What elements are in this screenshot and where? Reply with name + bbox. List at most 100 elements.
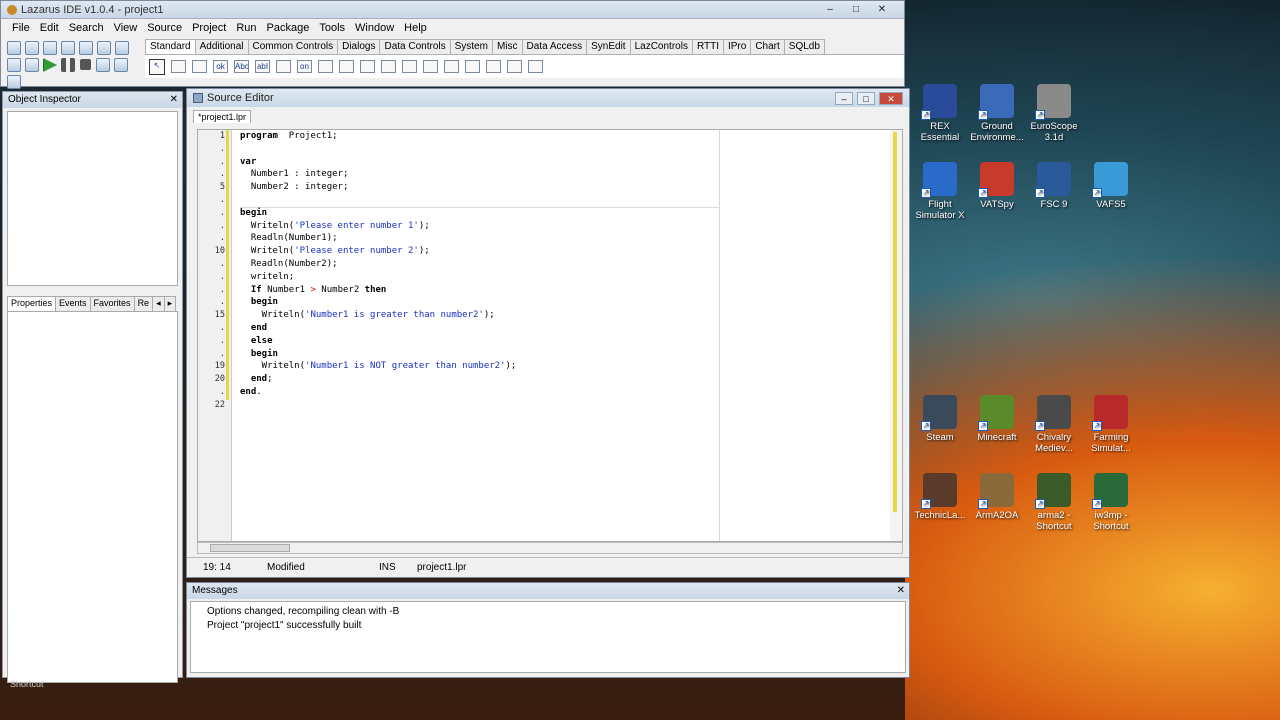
desktop-icon[interactable]: ↗ Minecraft [967,395,1027,443]
code-line[interactable]: end [240,322,882,335]
save-all-icon[interactable] [79,41,93,55]
object-inspector-titlebar[interactable]: Object Inspector ✕ [3,92,182,108]
desktop-icon[interactable]: ↗ iw3mp - Shortcut [1081,473,1141,532]
close-button[interactable]: ✕ [874,3,890,17]
tab-common-controls[interactable]: Common Controls [247,39,339,54]
code-line[interactable]: program Project1; [240,130,882,143]
component-tree[interactable] [7,111,178,286]
tframe-icon[interactable] [507,60,522,73]
tmainmenu-icon[interactable] [171,60,186,73]
tradiogroup-icon[interactable] [444,60,459,73]
tpanel-icon[interactable] [486,60,501,73]
tedit-icon[interactable]: abI [255,60,270,73]
tab-scroll-right-icon[interactable]: ▸ [163,296,177,311]
code-line[interactable]: end. [240,386,882,399]
tab-sqldb[interactable]: SQLdb [783,39,825,54]
desktop-icon[interactable]: ↗ ArmA2OA [967,473,1027,521]
tbutton-icon[interactable]: ok [213,60,228,73]
tgroupbox-icon[interactable] [423,60,438,73]
tpopupmenu-icon[interactable] [192,60,207,73]
code-line[interactable]: else [240,335,882,348]
desktop-icon[interactable]: ↗ EuroScope 3.1d [1024,84,1084,143]
menu-tools[interactable]: Tools [314,22,350,34]
tab-lazcontrols[interactable]: LazControls [629,39,693,54]
tab-additional[interactable]: Additional [194,39,249,54]
editor-minimize-button[interactable]: – [835,91,853,105]
desktop-icon[interactable]: ↗ Ground Environme... [967,84,1027,143]
maximize-button[interactable]: □ [848,3,864,17]
code-line[interactable]: end; [240,373,882,386]
desktop-icon[interactable]: ↗ Steam [910,395,970,443]
close-icon[interactable]: ✕ [170,92,182,108]
desktop-icon[interactable]: ↗ Flight Simulator X [910,162,970,221]
menu-file[interactable]: File [7,22,35,34]
source-editor-titlebar[interactable]: Source Editor – □ ✕ [187,89,909,107]
desktop-icon[interactable]: ↗ arma2 - Shortcut [1024,473,1084,532]
tab-system[interactable]: System [449,39,493,54]
tab-data-controls[interactable]: Data Controls [379,39,451,54]
code-line[interactable]: Number2 : integer; [240,181,882,194]
tlabel-icon[interactable]: Abc [234,60,249,73]
tab-synedit[interactable]: SynEdit [586,39,631,54]
ide-titlebar[interactable]: Lazarus IDE v1.0.4 - project1 – □ ✕ [1,1,904,19]
message-line[interactable]: Project "project1" successfully built [207,619,889,633]
tab-rtti[interactable]: RTTI [691,39,724,54]
tab-data-access[interactable]: Data Access [521,39,588,54]
menu-project[interactable]: Project [187,22,231,34]
desktop-icon[interactable]: ↗ VATSpy [967,162,1027,210]
desktop-icon[interactable]: ↗ VAFS5 [1081,162,1141,210]
tab-ipro[interactable]: IPro [722,39,752,54]
tab-restricted[interactable]: Re [133,296,154,311]
horizontal-scrollbar[interactable] [197,542,903,554]
menu-window[interactable]: Window [350,22,399,34]
code-line[interactable]: var [240,156,882,169]
code-line[interactable]: begin [240,348,882,361]
menu-run[interactable]: Run [231,22,261,34]
tcheckbox-icon[interactable] [318,60,333,73]
code-line[interactable] [240,194,882,207]
code-line[interactable] [240,143,882,156]
step-over-icon[interactable] [114,58,128,72]
menu-search[interactable]: Search [64,22,109,34]
step-out-icon[interactable] [7,75,21,89]
menu-view[interactable]: View [109,22,143,34]
desktop-icon[interactable]: ↗ TechnicLa... [910,473,970,521]
code-line[interactable]: Readln(Number2); [240,258,882,271]
code-line[interactable]: If Number1 > Number2 then [240,284,882,297]
code-line[interactable]: Writeln('Please enter number 1'); [240,220,882,233]
close-icon[interactable]: ✕ [897,583,909,599]
code-line[interactable]: Writeln('Number1 is NOT greater than num… [240,360,882,373]
menu-edit[interactable]: Edit [35,22,64,34]
menu-help[interactable]: Help [399,22,432,34]
editor-maximize-button[interactable]: □ [857,91,875,105]
code-line[interactable]: Number1 : integer; [240,168,882,181]
file-tab-project1[interactable]: *project1.lpr [193,110,252,123]
step-into-icon[interactable] [96,58,110,72]
toggle-form-icon[interactable] [97,41,111,55]
vertical-scrollbar[interactable] [890,130,902,541]
code-line[interactable] [240,399,882,412]
code-line[interactable]: Readln(Number1); [240,232,882,245]
tradiobutton-icon[interactable] [339,60,354,73]
code-text[interactable]: program Project1; var Number1 : integer;… [240,130,882,412]
open-icon[interactable] [43,41,57,55]
ttogglebox-icon[interactable]: on [297,60,312,73]
view-forms-icon[interactable] [25,58,39,72]
close-file-icon[interactable] [115,41,129,55]
tab-dialogs[interactable]: Dialogs [337,39,381,54]
view-units-icon[interactable] [7,58,21,72]
menu-package[interactable]: Package [262,22,315,34]
selection-arrow-icon[interactable]: ↖ [149,58,165,75]
desktop-icon[interactable]: ↗ FSC 9 [1024,162,1084,210]
messages-list[interactable]: Options changed, recompiling clean with … [190,601,906,673]
scrollbar-thumb[interactable] [210,544,290,552]
new-form-icon[interactable] [25,41,39,55]
new-unit-icon[interactable] [7,41,21,55]
messages-titlebar[interactable]: Messages ✕ [187,583,909,599]
desktop-icon[interactable]: ↗ REX Essential [910,84,970,143]
desktop-icon[interactable]: ↗ Farming Simulat... [1081,395,1141,454]
stop-icon[interactable] [80,59,91,70]
code-line[interactable]: Writeln('Number1 is greater than number2… [240,309,882,322]
tab-misc[interactable]: Misc [491,39,523,54]
tscrollbar-icon[interactable] [402,60,417,73]
